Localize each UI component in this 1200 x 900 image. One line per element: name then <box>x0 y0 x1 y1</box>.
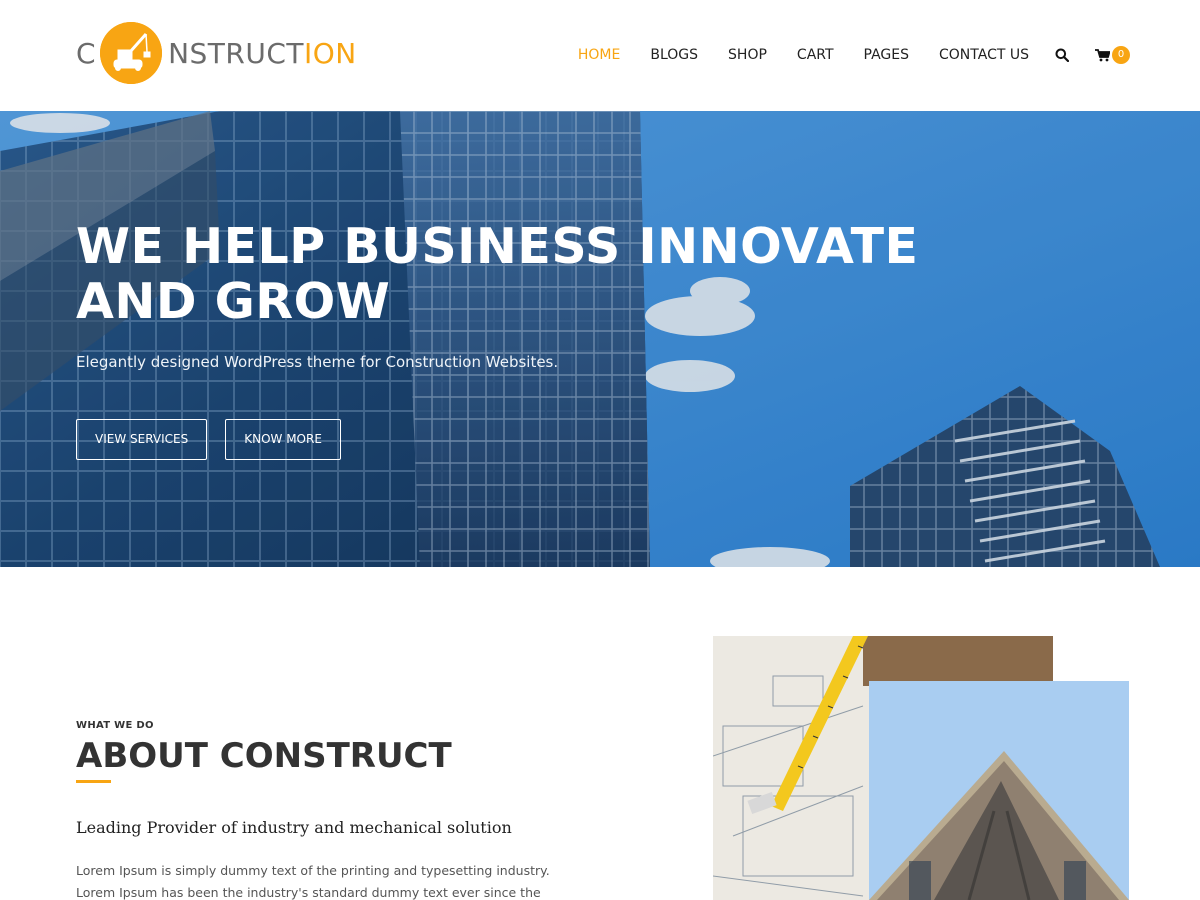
know-more-button[interactable]: KNOW MORE <box>225 419 341 460</box>
hero-subtitle: Elegantly designed WordPress theme for C… <box>76 353 559 371</box>
section-title: ABOUT CONSTRUCT <box>76 736 452 776</box>
nav-item-shop[interactable]: SHOP <box>728 40 767 70</box>
crane-logo-icon <box>100 22 163 84</box>
site-header: C NSTRUCT ION HOME BLOGS SHOP CART PAGES… <box>0 0 1200 111</box>
search-icon <box>1055 48 1069 62</box>
site-logo[interactable]: C NSTRUCT ION <box>76 22 357 84</box>
nav-item-home[interactable]: HOME <box>578 40 620 70</box>
main-nav: HOME BLOGS SHOP CART PAGES CONTACT US 0 <box>548 40 1130 70</box>
nav-item-blogs[interactable]: BLOGS <box>650 40 698 70</box>
view-services-button[interactable]: VIEW SERVICES <box>76 419 208 460</box>
logo-text-end: ION <box>304 36 357 70</box>
nav-item-contact-us[interactable]: CONTACT US <box>939 40 1029 70</box>
title-underline <box>76 780 111 783</box>
search-button[interactable] <box>1055 40 1069 70</box>
section-kicker: WHAT WE DO <box>76 720 154 731</box>
section-body: Lorem Ipsum is simply dummy text of the … <box>76 863 550 900</box>
hero-title: WE HELP BUSINESS INNOVATE AND GROW <box>76 218 919 330</box>
logo-text-middle: NSTRUCT <box>168 36 304 70</box>
nav-item-pages[interactable]: PAGES <box>864 40 909 70</box>
section-lead: Leading Provider of industry and mechani… <box>76 818 512 837</box>
hero-banner: WE HELP BUSINESS INNOVATE AND GROW Elega… <box>0 111 1200 567</box>
building-corner-image <box>869 681 1129 900</box>
nav-item-cart[interactable]: CART <box>797 40 834 70</box>
hero-background-image <box>0 111 1200 567</box>
logo-text-start: C <box>76 36 97 70</box>
cart-count-badge: 0 <box>1112 46 1130 64</box>
cart-icon <box>1095 48 1110 61</box>
cart-button[interactable]: 0 <box>1095 40 1130 70</box>
